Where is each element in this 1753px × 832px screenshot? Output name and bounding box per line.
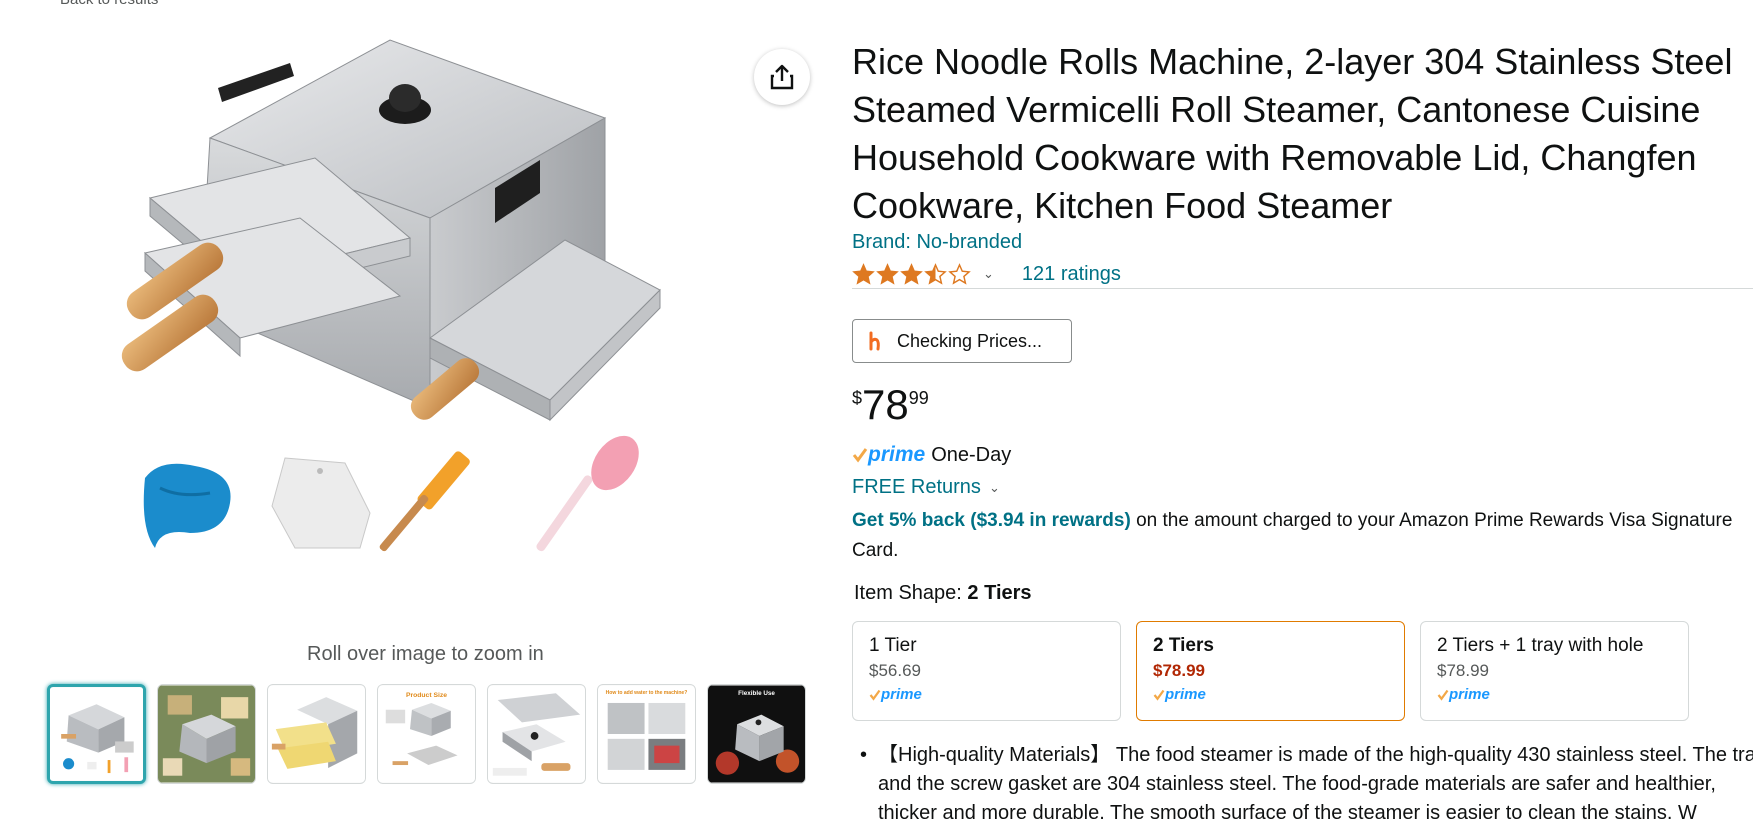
free-returns-link[interactable]: FREE Returns ⌄: [852, 476, 1000, 499]
ratings-count-link[interactable]: 121 ratings: [1022, 263, 1121, 286]
shape-option-1-tier[interactable]: 1 Tier $56.69 prime: [852, 621, 1121, 721]
thumbnail[interactable]: [267, 684, 366, 784]
option-prime-label: prime: [1165, 686, 1206, 703]
star-rating[interactable]: [852, 262, 971, 286]
item-shape-label: Item Shape: 2 Tiers: [854, 582, 1032, 605]
thumbnail[interactable]: How to add water to the machine?: [597, 684, 696, 784]
star-icon: [852, 262, 875, 285]
option-price: $78.99: [1437, 661, 1489, 680]
shape-option-2-tiers-plus-tray[interactable]: 2 Tiers + 1 tray with hole $78.99 prime: [1420, 621, 1689, 721]
price-fraction: 99: [908, 388, 929, 408]
thumbnail[interactable]: Flexible Use: [707, 684, 806, 784]
option-prime-label: prime: [881, 686, 922, 703]
rewards-offer: Get 5% back ($3.94 in rewards) on the am…: [852, 506, 1753, 566]
feature-bullets: 【High-quality Materials】 The food steame…: [852, 741, 1753, 828]
shape-label-text: Item Shape:: [854, 582, 962, 604]
prime-check-icon: [1437, 689, 1449, 701]
prime-check-icon: [869, 689, 881, 701]
shape-option-2-tiers[interactable]: 2 Tiers $78.99 prime: [1136, 621, 1405, 721]
star-icon: [900, 262, 923, 285]
chevron-down-icon: ⌄: [988, 479, 1000, 495]
thumbnail[interactable]: [47, 684, 146, 784]
prime-delivery-row: prime One-Day: [852, 443, 1011, 467]
thumb-text: Flexible Use: [738, 690, 775, 697]
back-to-results-link[interactable]: Back to results: [60, 0, 158, 8]
thumbnail[interactable]: Product Size: [377, 684, 476, 784]
honey-logo-icon: [869, 331, 880, 351]
thumbnail[interactable]: [157, 684, 256, 784]
thumb-text: Product Size: [406, 692, 447, 699]
share-icon: [770, 64, 794, 90]
star-icon: [924, 262, 947, 285]
zoom-hint: Roll over image to zoom in: [307, 643, 544, 665]
option-price: $56.69: [869, 661, 921, 680]
option-price: $78.99: [1153, 661, 1205, 680]
shape-selected-value: 2 Tiers: [967, 582, 1032, 604]
prime-label: prime: [868, 443, 926, 466]
chevron-down-icon[interactable]: ⌄: [983, 266, 994, 282]
prime-badge: prime: [852, 443, 925, 467]
feature-bullet: 【High-quality Materials】 The food steame…: [852, 741, 1753, 828]
option-name: 2 Tiers + 1 tray with hole: [1437, 635, 1644, 656]
prime-delivery: One-Day: [931, 443, 1012, 466]
option-name: 2 Tiers: [1153, 635, 1214, 656]
checking-prices-label: Checking Prices...: [897, 330, 1043, 351]
thumb-text: How to add water to the machine?: [606, 690, 688, 696]
option-prime-badge: prime: [1153, 686, 1388, 703]
price-whole: 78: [862, 381, 909, 428]
share-button[interactable]: [754, 49, 810, 105]
option-prime-badge: prime: [1437, 686, 1672, 703]
prime-check-icon: [852, 448, 868, 463]
shape-options: 1 Tier $56.69 prime 2 Tiers $78.99 prime…: [852, 621, 1689, 721]
thumbnail-strip: Product Size How to add water to the mac…: [47, 684, 806, 784]
checking-prices-button[interactable]: Checking Prices...: [852, 319, 1072, 363]
option-prime-badge: prime: [869, 686, 1104, 703]
free-returns-label: FREE Returns: [852, 476, 981, 498]
price-symbol: $: [852, 388, 863, 408]
product-title: Rice Noodle Rolls Machine, 2-layer 304 S…: [852, 41, 1733, 226]
main-product-image[interactable]: [100, 28, 760, 628]
option-prime-label: prime: [1449, 686, 1490, 703]
rating-row: ⌄ 121 ratings: [852, 258, 1121, 290]
price: $ 78 99: [852, 382, 929, 428]
star-icon: [876, 262, 899, 285]
prime-check-icon: [1153, 689, 1165, 701]
thumbnail[interactable]: [487, 684, 586, 784]
star-icon: [948, 262, 971, 285]
rewards-link[interactable]: Get 5% back ($3.94 in rewards): [852, 510, 1131, 531]
divider: [852, 288, 1753, 289]
brand-link[interactable]: Brand: No-branded: [852, 231, 1022, 254]
option-name: 1 Tier: [869, 635, 917, 656]
